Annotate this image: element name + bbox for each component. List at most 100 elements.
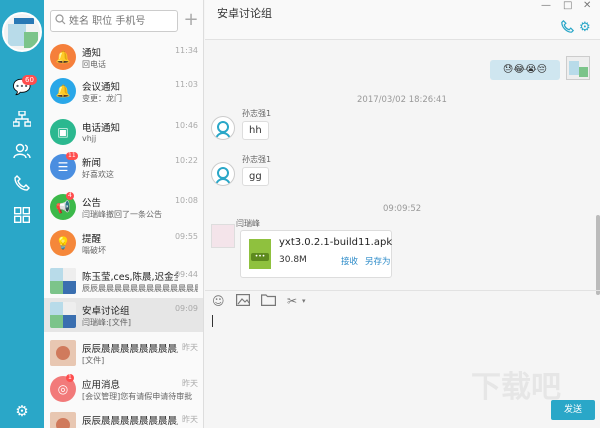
call-icon[interactable]	[561, 19, 575, 37]
user-avatar[interactable]	[2, 12, 42, 52]
save-as-link[interactable]: 另存为	[365, 255, 391, 267]
message-bubble: hh	[242, 121, 269, 140]
conversation-title: 辰辰晨晨晨晨晨晨晨晨晨晨晨...	[82, 416, 178, 427]
my-avatar	[566, 56, 590, 80]
conversation-preview: 变更：龙门	[82, 94, 122, 103]
file-size: 30.8M	[279, 255, 307, 265]
photo-avatar	[50, 412, 76, 428]
conversation-preview: 好喜欢这	[82, 170, 114, 179]
chat-panel: 安卓讨论组 — □ ✕ ⚙ 😓😂😭😔 2017/03/02 18:26:41 孙…	[205, 0, 600, 428]
conversation-title: 通知	[82, 48, 102, 59]
conversation-time: 11:03	[174, 80, 198, 89]
conversation-preview: 闫瑞峰:[文件]	[82, 318, 131, 327]
conversation-time: 昨天	[182, 343, 198, 352]
conversation-list: + 🔔 通知回电话 11:34 🔔 会议通知变更：龙门 11:03 ▣ 电话通知vhjj 10:…	[44, 0, 204, 428]
screenshot-scissors-icon[interactable]: ✂	[287, 294, 297, 308]
timestamp: 2017/03/02 18:26:41	[357, 95, 447, 105]
apk-file-icon: •••	[249, 239, 271, 269]
org-chart-icon[interactable]	[10, 108, 34, 130]
message-bubble: gg	[242, 167, 269, 186]
sender-avatar[interactable]	[211, 224, 235, 248]
bulb-icon: 💡	[50, 230, 76, 256]
sender-avatar[interactable]	[211, 116, 235, 140]
conversation-title: 会议通知	[82, 82, 121, 93]
add-button[interactable]: +	[181, 10, 201, 32]
conversation-item[interactable]: 安卓讨论组 闫瑞峰:[文件] 09:09	[44, 298, 203, 332]
image-icon[interactable]	[236, 294, 251, 309]
sender-avatar[interactable]	[211, 162, 235, 186]
watermark: 下载吧	[471, 370, 561, 405]
conversation-item[interactable]: 陈玉莹,ces,陈晨,迟金全,...辰辰晨晨晨晨晨晨晨晨晨晨晨晨晨v... 09:…	[44, 264, 203, 298]
conversation-time: 09:09	[174, 304, 198, 313]
file-card: ••• yxt3.0.2.1-build11.apk 30.8M 接收 另存为	[240, 230, 392, 278]
timestamp: 09:09:52	[383, 204, 422, 214]
conversation-preview: 回电话	[82, 60, 106, 69]
photo-avatar	[50, 340, 76, 366]
close-button[interactable]: ✕	[583, 0, 591, 11]
conversation-item[interactable]: 🔔 通知 回电话 11:34	[44, 40, 203, 74]
left-rail: 💬 60 ⚙	[0, 0, 44, 428]
group-avatar	[50, 268, 76, 294]
phone-icon[interactable]	[10, 172, 34, 194]
settings-gear-icon[interactable]: ⚙	[10, 400, 34, 422]
sender-name: 孙志强1	[242, 109, 272, 118]
my-message-bubble: 😓😂😭😔	[490, 60, 560, 80]
conversation-preview: vhjj	[82, 134, 97, 143]
conversation-preview: 闫瑞峰撤回了一条公告	[82, 210, 162, 219]
conversation-item[interactable]: 辰辰晨晨晨晨晨晨晨晨晨晨晨... 昨天	[44, 408, 203, 428]
conversation-item[interactable]: ◎ 1 应用消息 [会议管理]您有请假申请待审批 昨天	[44, 372, 203, 406]
conversation-preview: [会议管理]您有请假申请待审批	[82, 392, 193, 401]
search-input[interactable]	[69, 13, 174, 29]
file-name: yxt3.0.2.1-build11.apk	[279, 237, 393, 248]
conversation-title: 公告	[82, 198, 102, 209]
conversation-time: 10:46	[174, 121, 198, 130]
input-toolbar: ☺ ✂ ▾	[205, 290, 600, 312]
monitor-icon: ▣	[50, 119, 76, 145]
emoji-icon[interactable]: ☺	[212, 294, 225, 308]
group-settings-icon[interactable]: ⚙	[579, 20, 591, 35]
send-button[interactable]: 发送	[551, 400, 595, 420]
bell-icon: 🔔	[50, 44, 76, 70]
conversation-time: 昨天	[182, 415, 198, 424]
bell-icon: 🔔	[50, 78, 76, 104]
chevron-down-icon[interactable]: ▾	[302, 297, 306, 305]
conversation-preview: 辰辰晨晨晨晨晨晨晨晨晨晨晨晨晨v...	[82, 284, 198, 293]
chat-title: 安卓讨论组	[217, 7, 272, 20]
scrollbar[interactable]	[596, 215, 600, 295]
sender-name: 闫瑞峰	[236, 219, 260, 228]
sender-name: 孙志强1	[242, 155, 272, 164]
maximize-button[interactable]: □	[563, 0, 572, 11]
conversation-item[interactable]: 辰辰晨晨晨晨晨晨晨晨晨晨晨...[文件] 昨天	[44, 336, 203, 370]
conversation-item[interactable]: 💡 提醒 嗡破坏 09:55	[44, 226, 203, 260]
conversation-title: 安卓讨论组	[82, 306, 130, 317]
apps-grid-icon[interactable]	[10, 204, 34, 226]
unread-badge: 60	[22, 75, 37, 85]
unread-badge: 11	[66, 152, 78, 160]
minimize-button[interactable]: —	[541, 0, 551, 11]
message-area: 😓😂😭😔 2017/03/02 18:26:41 孙志强1 hh 孙志强1 gg…	[205, 40, 600, 295]
conversation-item[interactable]: 🔔 会议通知 变更：龙门 11:03	[44, 74, 203, 108]
receive-link[interactable]: 接收	[341, 255, 358, 267]
conversation-time: 10:08	[174, 196, 198, 205]
conversation-title: 电话通知	[82, 123, 121, 134]
folder-icon[interactable]	[261, 294, 276, 309]
conversation-time: 昨天	[182, 379, 198, 388]
conversation-title: 新闻	[82, 158, 102, 169]
conversation-title: 陈玉莹,ces,陈晨,迟金全,...	[82, 272, 178, 283]
conversation-time: 11:34	[174, 46, 198, 55]
conversation-preview: 嗡破坏	[82, 246, 106, 255]
conversation-time: 10:22	[174, 156, 198, 165]
conversation-time: 09:44	[174, 270, 198, 279]
conversation-item[interactable]: ▣ 电话通知 vhjj 10:46	[44, 115, 203, 149]
contacts-icon[interactable]	[10, 140, 34, 162]
conversation-item[interactable]: 📢 4 公告 闫瑞峰撤回了一条公告 10:08	[44, 190, 203, 224]
conversation-title: 辰辰晨晨晨晨晨晨晨晨晨晨晨...	[82, 344, 178, 355]
conversation-item[interactable]: ☰ 11 新闻 好喜欢这 10:22	[44, 150, 203, 184]
chat-header: 安卓讨论组 — □ ✕ ⚙	[205, 0, 600, 40]
search-box[interactable]	[50, 10, 178, 32]
conversation-title: 提醒	[82, 234, 102, 245]
text-caret	[212, 315, 213, 327]
unread-badge: 1	[66, 374, 74, 382]
group-avatar	[50, 302, 76, 328]
search-icon	[55, 14, 69, 28]
